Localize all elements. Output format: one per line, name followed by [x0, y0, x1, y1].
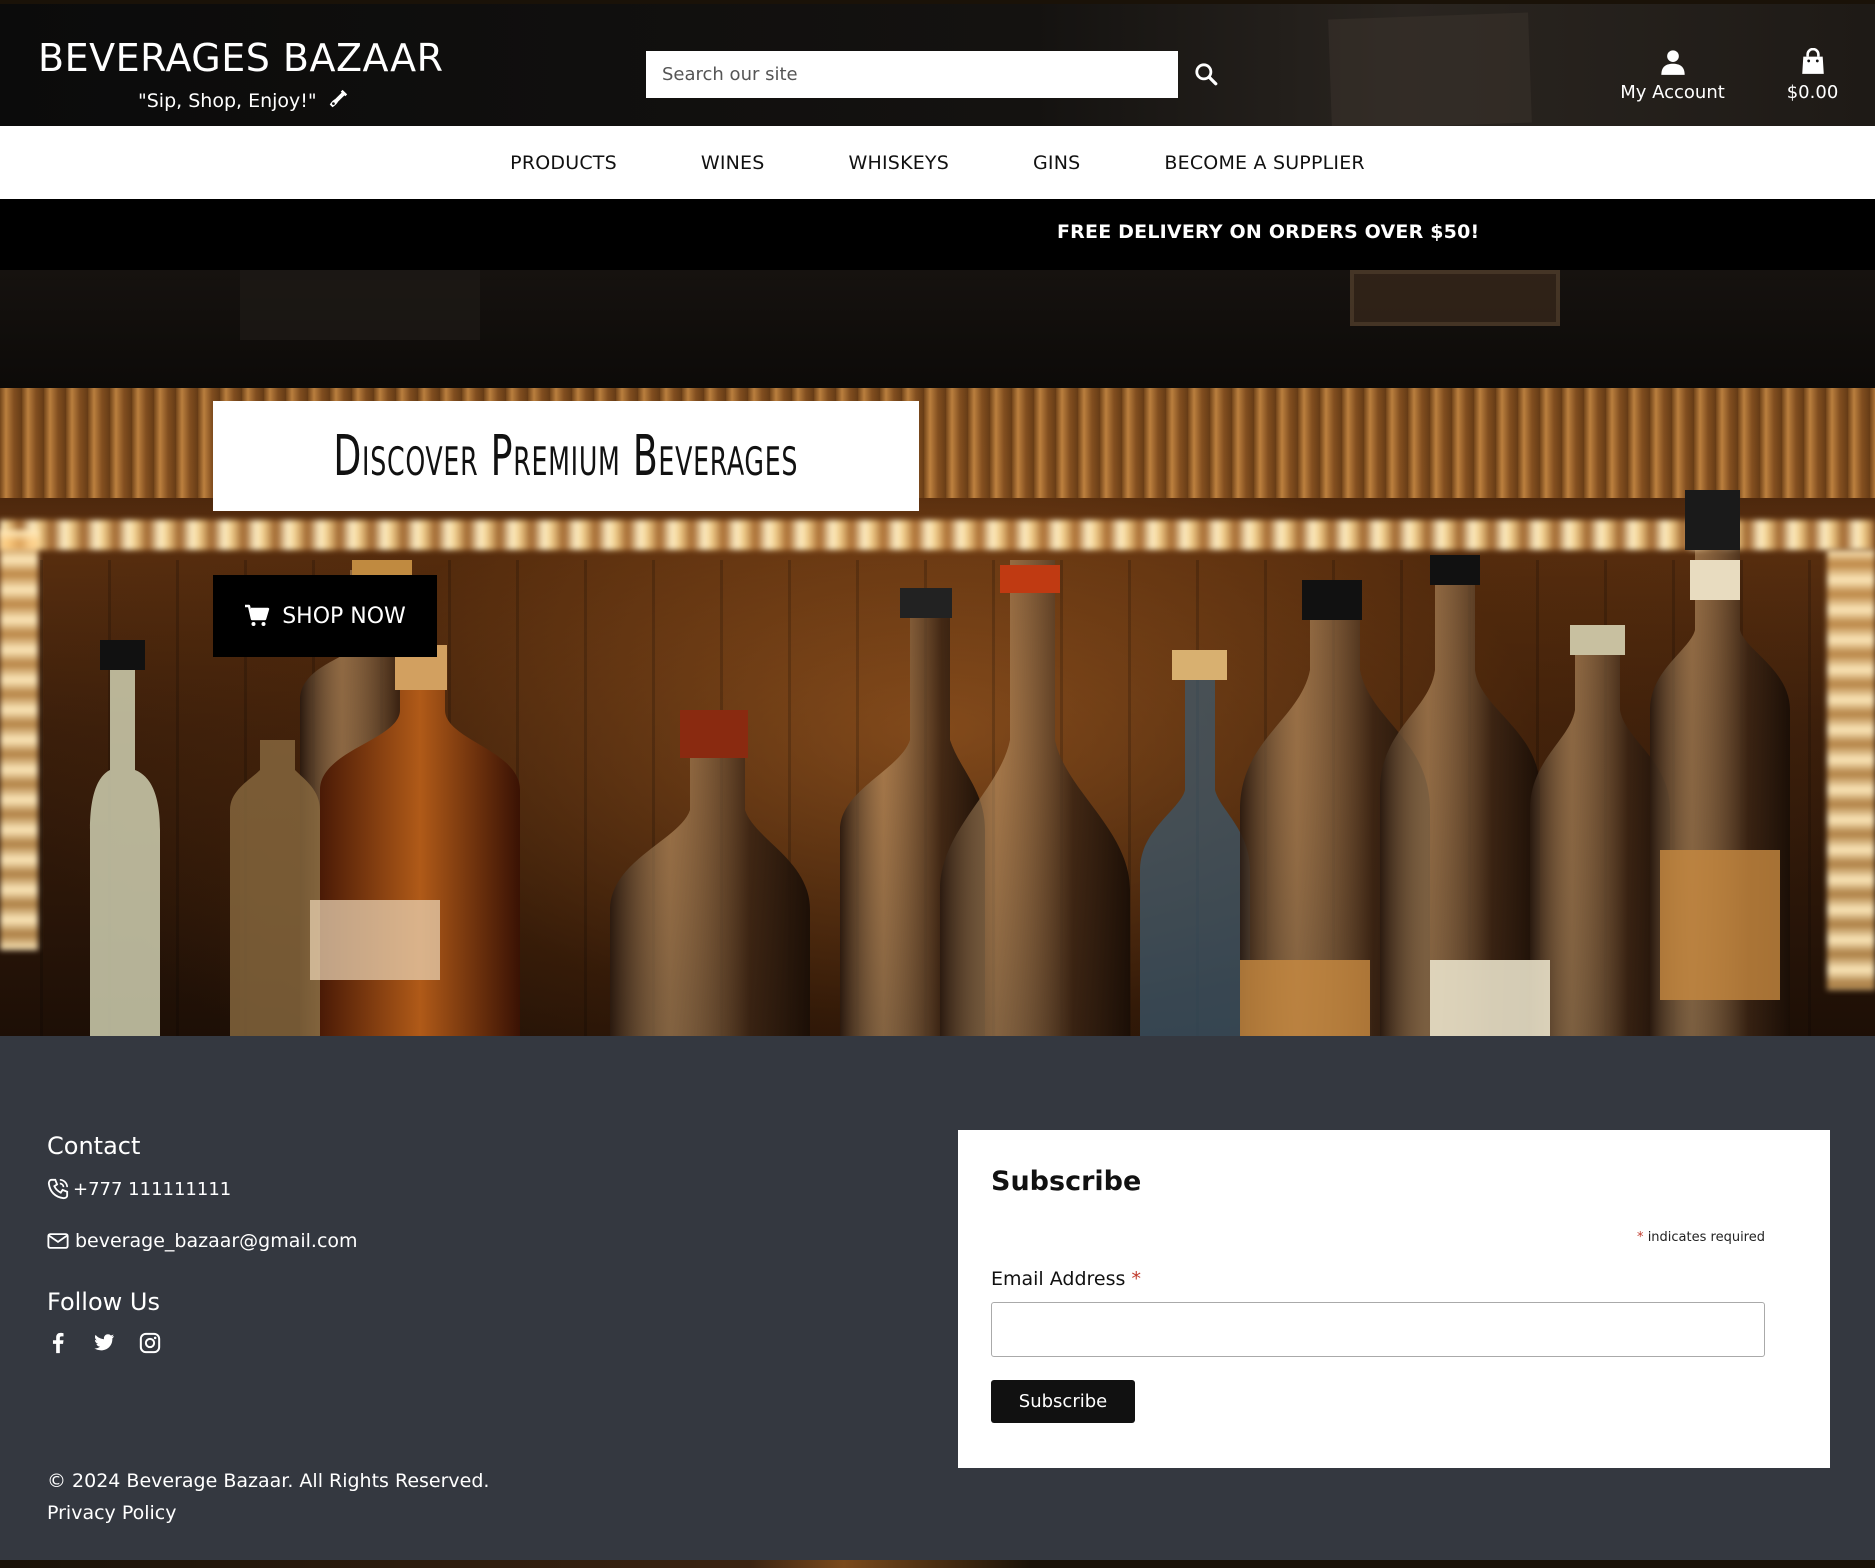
promo-text: FREE DELIVERY ON ORDERS OVER $50!: [1057, 221, 1480, 243]
email-contact[interactable]: beverage_bazaar@gmail.com: [47, 1230, 358, 1252]
email-label-text: Email Address: [991, 1268, 1126, 1290]
my-account-link[interactable]: My Account: [1610, 48, 1735, 103]
bottle-shape: [1530, 640, 1670, 1036]
email-field-label: Email Address *: [991, 1268, 1141, 1290]
phone-contact[interactable]: +777 111111111: [47, 1178, 231, 1200]
subscribe-form: Subscribe * indicates required Email Add…: [958, 1130, 1830, 1468]
nav-item-whiskeys[interactable]: WHISKEYS: [849, 152, 949, 174]
shop-now-label: SHOP NOW: [282, 603, 406, 629]
facebook-icon[interactable]: [47, 1332, 69, 1354]
main-nav: PRODUCTS WINES WHISKEYS GINS BECOME A SU…: [0, 126, 1875, 199]
contact-heading: Contact: [47, 1132, 141, 1160]
bottle-icon: [329, 89, 347, 108]
search-icon: [1195, 62, 1218, 85]
user-icon: [1660, 50, 1685, 75]
nav-item-wines[interactable]: WINES: [701, 152, 765, 174]
nav-item-become-supplier[interactable]: BECOME A SUPPLIER: [1164, 152, 1364, 174]
follow-heading: Follow Us: [47, 1288, 160, 1316]
site-footer: Contact +777 111111111 beverage_bazaar@g…: [0, 1036, 1875, 1560]
required-star: *: [1637, 1230, 1644, 1245]
shopping-bag-icon: [1801, 48, 1824, 74]
phone-icon: [47, 1178, 69, 1200]
social-links: [47, 1332, 161, 1354]
bottom-background-strip: [0, 1560, 1875, 1568]
required-note: * indicates required: [1637, 1230, 1765, 1245]
phone-number: +777 111111111: [73, 1178, 232, 1200]
hero-section: Discover Premium Beverages SHOP NOW: [0, 270, 1875, 1036]
search-input[interactable]: [646, 51, 1178, 98]
cart-link[interactable]: $0.00: [1775, 48, 1850, 103]
brand-title[interactable]: BEVERAGES BAZAAR: [38, 36, 443, 80]
site-header: BEVERAGES BAZAAR "Sip, Shop, Enjoy!" My …: [0, 4, 1875, 130]
my-account-label: My Account: [1620, 82, 1725, 103]
shop-now-button[interactable]: SHOP NOW: [213, 575, 437, 657]
subscribe-title: Subscribe: [991, 1166, 1142, 1197]
email-field[interactable]: [991, 1302, 1765, 1357]
privacy-policy-link[interactable]: Privacy Policy: [47, 1502, 176, 1524]
required-note-text: indicates required: [1647, 1230, 1765, 1245]
bottle-shape: [90, 650, 160, 1036]
hero-heading: Discover Premium Beverages: [333, 423, 799, 489]
envelope-icon: [47, 1233, 69, 1249]
nav-item-gins[interactable]: GINS: [1033, 152, 1080, 174]
shopping-cart-icon: [245, 604, 270, 626]
subscribe-button[interactable]: Subscribe: [991, 1380, 1135, 1423]
tagline-text: "Sip, Shop, Enjoy!": [138, 90, 317, 112]
bottle-shape: [230, 740, 320, 1036]
copyright-text: © 2024 Beverage Bazaar. All Rights Reser…: [47, 1470, 490, 1492]
brand-tagline: "Sip, Shop, Enjoy!": [138, 88, 349, 112]
nav-item-products[interactable]: PRODUCTS: [510, 152, 617, 174]
required-star: *: [1131, 1268, 1141, 1290]
bottle-shape: [1140, 675, 1250, 1036]
search-button[interactable]: [1190, 59, 1222, 91]
email-address: beverage_bazaar@gmail.com: [75, 1230, 358, 1252]
bottle-shape: [610, 740, 810, 1036]
hero-heading-box: Discover Premium Beverages: [213, 401, 919, 511]
promo-banner: FREE DELIVERY ON ORDERS OVER $50!: [0, 199, 1875, 270]
instagram-icon[interactable]: [139, 1332, 161, 1354]
header-background-frame: [1328, 12, 1532, 130]
twitter-icon[interactable]: [93, 1332, 115, 1354]
search-box: [646, 51, 1178, 98]
cart-total: $0.00: [1786, 82, 1839, 103]
